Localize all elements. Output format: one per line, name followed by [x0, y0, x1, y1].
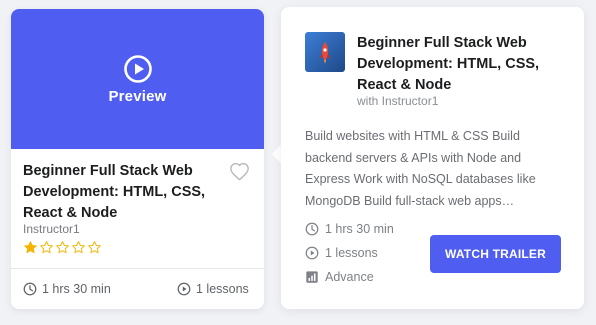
heart-outline-icon[interactable] — [229, 162, 250, 181]
meta-duration-text: 1 hrs 30 min — [325, 222, 394, 236]
course-lessons: 1 lessons — [177, 282, 249, 296]
clock-icon — [23, 282, 37, 296]
lessons-text: 1 lessons — [196, 282, 249, 296]
course-details-popover: Beginner Full Stack Web Development: HTM… — [281, 7, 584, 309]
star-outline-icon — [72, 241, 85, 254]
meta-level-text: Advance — [325, 270, 374, 284]
meta-lessons: 1 lessons — [305, 246, 378, 260]
play-circle-icon — [177, 282, 191, 296]
course-description: Build websites with HTML & CSS Build bac… — [305, 129, 536, 208]
star-outline-icon — [40, 241, 53, 254]
star-outline-icon — [88, 241, 101, 254]
clock-icon — [305, 222, 319, 236]
instructor-name[interactable]: Instructor1 — [23, 222, 80, 236]
star-outline-icon — [56, 241, 69, 254]
popover-instructor: with Instructor1 — [357, 94, 439, 108]
popover-course-title[interactable]: Beginner Full Stack Web Development: HTM… — [357, 33, 572, 96]
course-preview[interactable]: Preview — [11, 9, 264, 149]
meta-duration: 1 hrs 30 min — [305, 222, 394, 236]
watch-trailer-button[interactable]: WATCH TRAILER — [430, 235, 561, 273]
card-footer: 1 hrs 30 min 1 lessons — [11, 268, 264, 309]
rating-stars — [23, 240, 102, 256]
course-card[interactable]: Preview Beginner Full Stack Web Developm… — [11, 9, 264, 309]
duration-text: 1 hrs 30 min — [42, 282, 111, 296]
course-title[interactable]: Beginner Full Stack Web Development: HTM… — [23, 161, 223, 224]
meta-lessons-text: 1 lessons — [325, 246, 378, 260]
play-circle-icon — [305, 246, 319, 260]
meta-level: Advance — [305, 270, 374, 284]
preview-label: Preview — [108, 88, 167, 105]
play-circle-icon — [124, 55, 152, 83]
course-duration: 1 hrs 30 min — [23, 282, 111, 296]
bar-chart-icon — [306, 271, 318, 283]
star-filled-icon — [24, 241, 37, 254]
course-thumbnail-icon — [305, 32, 345, 72]
